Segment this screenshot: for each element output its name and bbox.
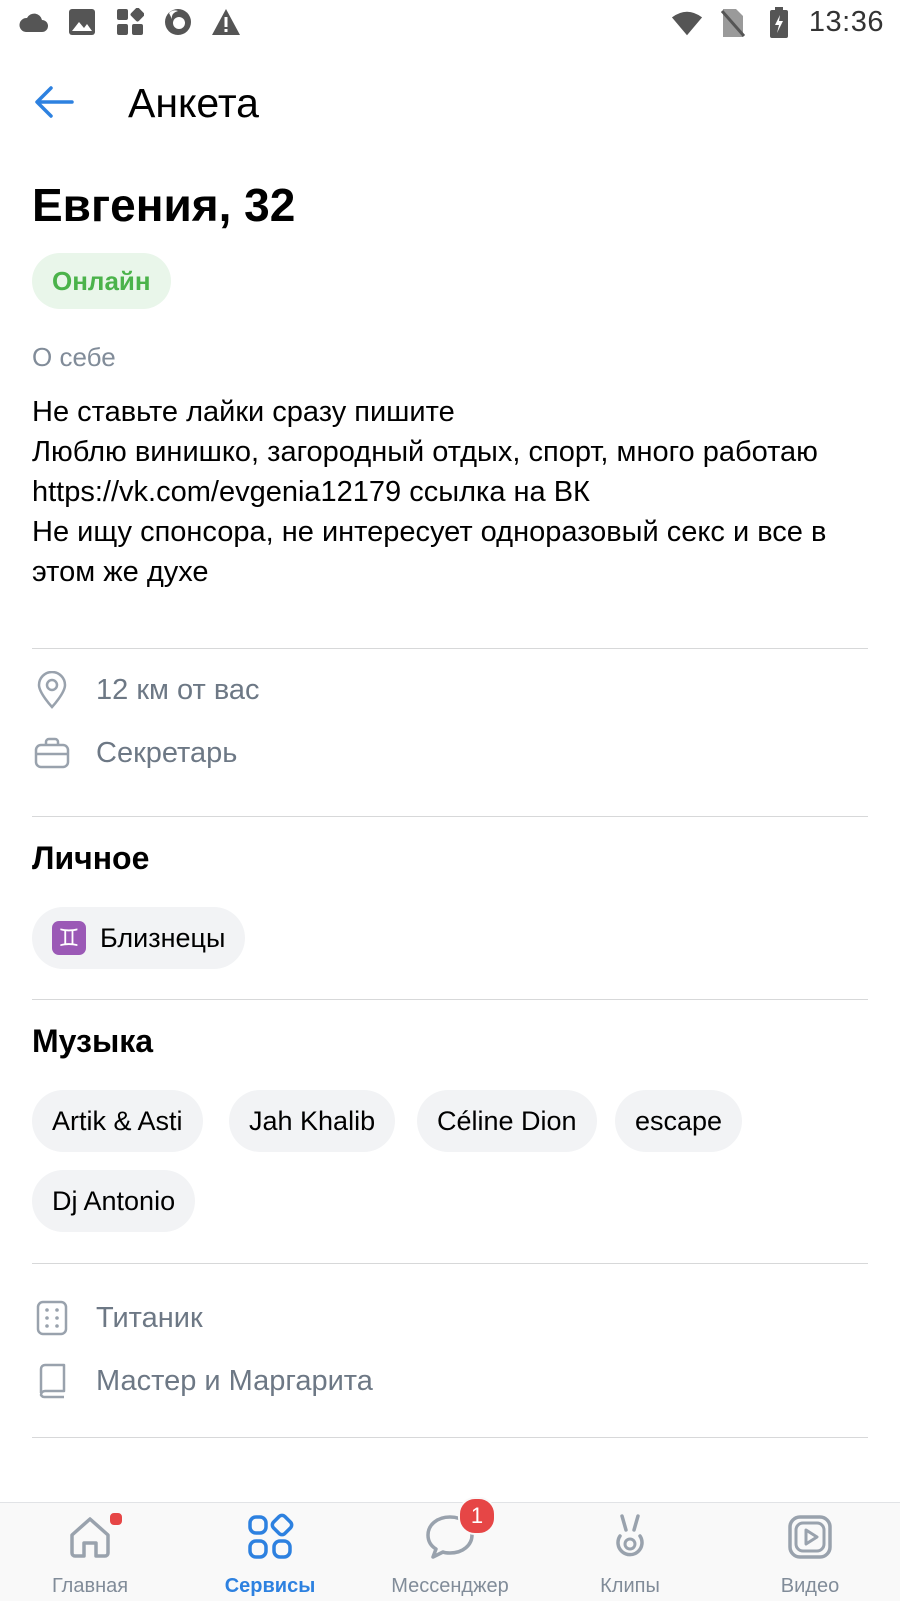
services-icon (246, 1513, 294, 1566)
job-row: Секретарь (32, 725, 868, 781)
distance-row: 12 км от вас (32, 662, 868, 718)
briefcase-icon (32, 733, 72, 773)
book-text: Мастер и Маргарита (96, 1364, 373, 1397)
apps-icon (114, 6, 146, 38)
tab-label: Сервисы (224, 1575, 316, 1597)
music-chip: Artik & Asti (32, 1090, 203, 1152)
divider (32, 816, 868, 817)
image-icon (66, 6, 98, 38)
unread-badge: 1 (458, 1497, 496, 1535)
bottom-tab-bar: Главная Сервисы 1 Мессенджер Клипы Видео (0, 1497, 900, 1601)
movie-row: Титаник (32, 1290, 868, 1346)
film-icon (32, 1298, 72, 1338)
book-row: Мастер и Маргарита (32, 1353, 868, 1409)
music-chip: escape (615, 1090, 743, 1152)
online-status-badge: Онлайн (32, 253, 171, 309)
music-chip: Céline Dion (417, 1090, 597, 1152)
status-bar: 13:36 (0, 0, 900, 48)
arrow-left-icon (34, 85, 74, 124)
tab-services[interactable]: Сервисы (180, 1503, 360, 1601)
clips-icon (608, 1512, 652, 1567)
tab-label: Клипы (600, 1575, 660, 1597)
distance-text: 12 км от вас (96, 673, 260, 706)
tab-label: Видео (780, 1575, 840, 1597)
divider (32, 648, 868, 649)
tab-messenger[interactable]: 1 Мессенджер (360, 1497, 540, 1601)
personal-section-title: Личное (32, 840, 150, 876)
location-pin-icon (32, 670, 72, 710)
tab-home[interactable]: Главная (0, 1503, 180, 1601)
firefox-icon (162, 6, 194, 38)
about-text: Не ставьте лайки сразу пишите Люблю вини… (32, 396, 827, 588)
about-label: О себе (32, 342, 116, 372)
tab-clips[interactable]: Клипы (540, 1503, 720, 1601)
warning-icon (210, 6, 242, 38)
music-chip: Jah Khalib (229, 1090, 396, 1152)
music-section-title: Музыка (32, 1023, 154, 1059)
tab-label: Главная (51, 1575, 129, 1597)
job-text: Секретарь (96, 736, 238, 769)
zodiac-chip: ♊ Близнецы (32, 907, 246, 969)
video-icon (786, 1513, 834, 1566)
battery-icon (763, 6, 795, 39)
gemini-icon: ♊ (52, 921, 86, 955)
page-header: Анкета (0, 58, 900, 150)
zodiac-label: Близнецы (100, 922, 226, 953)
divider (32, 999, 868, 1000)
home-icon (66, 1513, 114, 1566)
back-button[interactable] (26, 76, 82, 132)
divider (32, 1437, 868, 1438)
movie-text: Титаник (96, 1301, 203, 1334)
cloud-icon (18, 6, 50, 38)
tab-video[interactable]: Видео (720, 1503, 900, 1601)
notification-dot (108, 1511, 124, 1527)
music-chip: Dj Antonio (32, 1170, 196, 1232)
status-time: 13:36 (808, 6, 884, 38)
no-sim-icon (717, 7, 749, 39)
tab-label: Мессенджер (391, 1575, 509, 1597)
divider (32, 1263, 868, 1264)
profile-name: Евгения, 32 (32, 179, 296, 231)
wifi-icon (671, 7, 703, 39)
book-icon (32, 1361, 72, 1401)
page-title: Анкета (128, 80, 259, 126)
